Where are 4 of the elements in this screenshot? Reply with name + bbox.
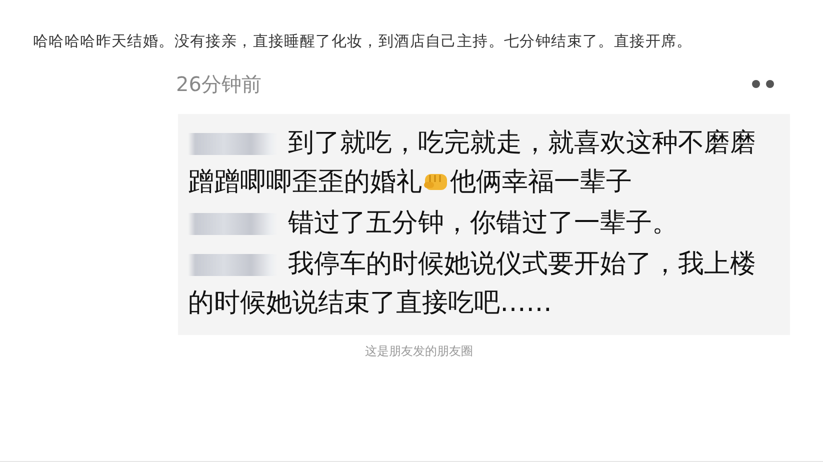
more-icon[interactable] bbox=[750, 79, 776, 89]
image-caption: 这是朋友发的朋友圈 bbox=[365, 344, 473, 358]
article-paragraph: 哈哈哈哈昨天结婚。没有接亲，直接睡醒了化妆，到酒店自己主持。七分钟结束了。直接开席。 bbox=[32, 31, 694, 52]
post-time: 26分钟前 bbox=[176, 70, 262, 98]
